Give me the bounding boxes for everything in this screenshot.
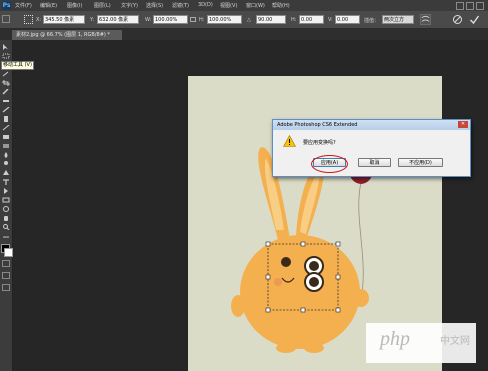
options-bar: X: 345.50 像素 Y: 632.00 像素 W: 100.00% H: … <box>0 11 488 29</box>
zoom-tool-icon[interactable] <box>2 224 10 230</box>
3d-tool-icon[interactable] <box>2 206 10 212</box>
minimize-icon[interactable] <box>456 2 464 10</box>
warning-icon <box>283 135 296 147</box>
h-label: H: <box>199 17 205 23</box>
cancel-button[interactable]: 取消 <box>358 158 391 167</box>
crop-tool-icon[interactable] <box>2 80 10 86</box>
menu-window[interactable]: 窗口(W) <box>246 2 265 9</box>
gradient-tool-icon[interactable] <box>2 143 10 149</box>
menu-filter[interactable]: 滤镜(T) <box>172 2 189 9</box>
highlight-circle <box>311 155 348 173</box>
warp-mode-icon[interactable] <box>420 14 431 25</box>
dialog-title: Adobe Photoshop CS6 Extended <box>273 120 470 130</box>
healing-brush-tool-icon[interactable] <box>2 98 10 104</box>
eyedropper-tool-icon[interactable] <box>2 89 10 95</box>
history-brush-tool-icon[interactable] <box>2 125 10 131</box>
w-label: W: <box>145 17 152 23</box>
x-field[interactable]: 345.50 像素 <box>43 15 85 24</box>
watermark-logo: php <box>380 328 410 350</box>
link-icon[interactable] <box>190 17 196 22</box>
path-selection-tool-icon[interactable] <box>2 188 10 194</box>
hskew-label: H: <box>291 17 297 23</box>
move-tool-tooltip: 移动工具 (V) <box>1 61 34 70</box>
hand-tool-icon[interactable] <box>2 215 10 221</box>
dialog-close-icon[interactable]: ✕ <box>458 121 468 128</box>
angle-label: △ <box>247 17 251 23</box>
menu-3d[interactable]: 3D(D) <box>198 2 213 8</box>
cancel-transform-icon[interactable] <box>452 14 463 25</box>
commit-transform-icon[interactable] <box>469 14 480 25</box>
quick-mask-icon[interactable] <box>2 260 10 267</box>
height-field[interactable]: 100.00% <box>207 15 242 24</box>
width-field[interactable]: 100.00% <box>153 15 188 24</box>
marquee-tool-icon[interactable] <box>2 53 10 59</box>
dont-apply-button[interactable]: 不应用(D) <box>398 158 443 167</box>
dodge-tool-icon[interactable] <box>2 161 10 167</box>
hskew-field[interactable]: 0.00 <box>299 15 324 24</box>
blur-tool-icon[interactable] <box>2 152 10 158</box>
maximize-icon[interactable] <box>466 2 474 10</box>
brush-tool-icon[interactable] <box>2 107 10 113</box>
menu-image[interactable]: 图像(I) <box>67 2 82 9</box>
interpolation-label: 插值： <box>364 18 380 24</box>
menu-layer[interactable]: 图层(L) <box>94 2 111 9</box>
type-tool-icon[interactable] <box>2 179 10 185</box>
vskew-label: V: <box>328 17 333 23</box>
shape-tool-icon[interactable] <box>2 197 10 203</box>
y-field[interactable]: 632.00 像素 <box>97 15 139 24</box>
menu-file[interactable]: 文件(F) <box>15 2 32 9</box>
x-label: X: <box>36 17 42 23</box>
extra-tools-icon[interactable] <box>2 234 10 240</box>
apply-transform-dialog: Adobe Photoshop CS6 Extended ✕ 要应用变换吗? 应… <box>272 119 471 177</box>
menu-select[interactable]: 选择(S) <box>146 2 163 9</box>
y-label: Y: <box>90 17 95 23</box>
close-icon[interactable] <box>476 2 484 10</box>
vskew-field[interactable]: 0.00 <box>335 15 360 24</box>
menu-view[interactable]: 视图(V) <box>220 2 237 9</box>
menu-help[interactable]: 帮助(H) <box>272 2 290 9</box>
watermark-caption: 中文网 <box>440 336 470 347</box>
dialog-message: 要应用变换吗? <box>303 140 336 146</box>
screen-mode-icon[interactable] <box>2 272 10 279</box>
reference-point-icon[interactable] <box>24 15 33 24</box>
interpolation-select[interactable]: 两次立方 <box>382 15 414 24</box>
quick-select-tool-icon[interactable] <box>2 71 10 77</box>
angle-field[interactable]: 90.00 <box>256 15 286 24</box>
toolbox <box>0 40 13 371</box>
tool-preset-icon[interactable] <box>2 15 10 23</box>
extra-panel-icon[interactable] <box>2 284 10 291</box>
eraser-tool-icon[interactable] <box>2 134 10 140</box>
menu-bar: Ps 文件(F) 编辑(E) 图像(I) 图层(L) 文字(Y) 选择(S) 滤… <box>0 0 488 11</box>
background-color-swatch[interactable] <box>4 248 13 257</box>
menu-type[interactable]: 文字(Y) <box>121 2 138 9</box>
document-tab[interactable]: 素材2.jpg @ 66.7% (图层 1, RGB/8#) * <box>12 30 122 40</box>
clone-stamp-tool-icon[interactable] <box>2 116 10 122</box>
move-tool-icon[interactable] <box>2 44 10 50</box>
pen-tool-icon[interactable] <box>2 170 10 176</box>
photoshop-logo: Ps <box>2 1 11 10</box>
menu-edit[interactable]: 编辑(E) <box>40 2 57 9</box>
